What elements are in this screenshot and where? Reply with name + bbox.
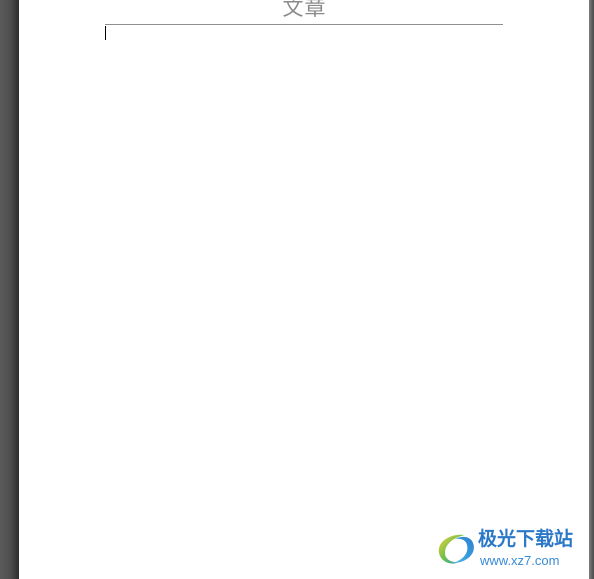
workspace-left-margin <box>0 0 19 579</box>
header-divider <box>105 24 503 25</box>
document-workspace: 文章 极光下载站 www.xz7.com <box>0 0 594 579</box>
text-cursor <box>105 26 106 40</box>
document-body-editor[interactable] <box>105 26 503 516</box>
watermark-brand-text: 极光下载站 <box>478 528 574 550</box>
document-page[interactable]: 文章 <box>19 0 589 579</box>
site-watermark: 极光下载站 www.xz7.com <box>433 525 588 573</box>
watermark-url-text: www.xz7.com <box>480 553 560 568</box>
workspace-right-edge <box>589 0 594 579</box>
page-header-title[interactable]: 文章 <box>105 0 504 22</box>
aurora-swirl-logo-icon <box>438 534 474 564</box>
